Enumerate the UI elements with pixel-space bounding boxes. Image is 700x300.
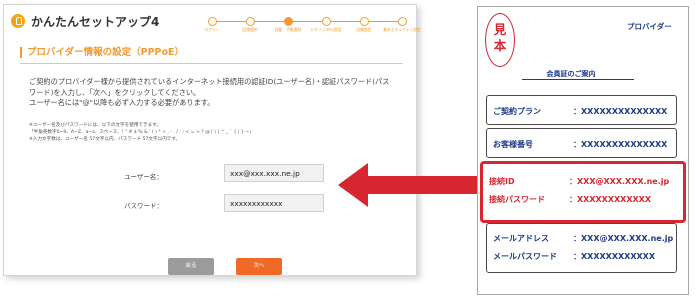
instruction-line: ワード)を入力し、「次へ」をクリックしてください。 [29,87,201,97]
card-title: 会員証のご案内 [546,70,596,78]
note-line: ※ユーザー名及びパスワードには、以下の文字を使用できます。 [29,123,161,128]
mail-box: メールアドレス ：XXX@XXX.XXX.ne.jp メールパスワード ：XXXXX… [486,223,677,273]
connect-pw-row: 接続パスワード ：XXXXXXXXXXXX [489,194,651,205]
section-title: プロバイダー情報の設定（PPPoE） [20,47,184,58]
plan-box: ご契約プラン ：XXXXXXXXXXXXXX [486,95,677,125]
character-notes: ※ユーザー名及びパスワードには、以下の文字を使用できます。 「半角英数字0~9、… [29,122,399,143]
bulb-logo-icon [11,14,25,28]
mail-label: メールアドレス [493,234,549,243]
connect-id-label: 接続ID [489,177,515,186]
step-security: 基本セキュリティ設定 [382,17,422,33]
mail-pw-row: メールパスワード ：XXXXXXXXXXXX [493,251,655,262]
instructions: ご契約のプロバイダー様から提供されているインターネット接続用の認証ID(ユーザー… [29,77,409,109]
section-divider [20,63,403,64]
step-login: ログイン [192,17,232,33]
connect-id-row: 接続ID ：XXX@XXX.XXX.ne.jp [489,176,669,187]
mail-pw-value: ：XXXXXXXXXXXX [573,252,656,261]
username-field[interactable]: xxx@xxx.xxx.ne.jp [224,164,324,182]
provider-name: プロバイダー [627,22,672,31]
connect-pw-label: 接続パスワード [489,195,545,204]
connect-pw-value: ：XXXXXXXXXXXX [569,195,652,204]
instruction-line: ユーザー名には"@"以降も必ず入力する必要があります。 [29,98,215,107]
app-title: かんたんセットアップ4 [31,15,160,29]
connect-id-value: ：XXX@XXX.XXX.ne.jp [569,177,670,186]
customer-box: お客様番号 ：XXXXXXXXXXXXXX [486,128,677,158]
plan-value: ：XXXXXXXXXXXXXX [573,107,668,116]
card-title-underline [522,79,634,80]
note-line: ※入力文字数は、ユーザー名 57文字以内、パスワード 57文字以内です。 [29,137,181,142]
step-login-ppv: ログイン/PPV設定 [306,17,346,33]
step-line-setting: 回線設定 [344,17,384,33]
step-auto-manual: 自動・手動選択 [268,17,308,33]
password-label: パスワード： [124,202,163,210]
arrow-left-icon [338,163,478,207]
note-line: 「半角英数字0~9、A~Z、a~z、スペース、! " # $ % & ' ( )… [29,130,254,135]
membership-card: 見本 プロバイダー 会員証のご案内 ご契約プラン ：XXXXXXXXXXXXXX … [477,6,689,295]
setup-wizard-window: かんたんセットアップ4 ログイン 回線選択 自動・手動選択 ログイン/PPV設定… [3,4,421,276]
customer-label: お客様番号 [493,140,533,149]
mail-row: メールアドレス ：XXX@XXX.XXX.ne.jp [493,233,673,244]
connection-info-highlight: 接続ID ：XXX@XXX.XXX.ne.jp 接続パスワード ：XXXXXXXXX… [480,161,686,223]
next-button[interactable]: 次へ [236,258,282,275]
step-progress: ログイン 回線選択 自動・手動選択 ログイン/PPV設定 回線設定 基本セキュリ… [204,17,421,37]
back-button[interactable]: 戻る [168,258,214,275]
username-label: ユーザー名： [124,173,163,181]
password-field[interactable]: xxxxxxxxxxxx [224,194,324,212]
customer-row: お客様番号 ：XXXXXXXXXXXXXX [493,139,667,150]
mail-pw-label: メールパスワード [493,252,557,261]
plan-label: ご契約プラン [493,107,541,116]
mail-value: ：XXX@XXX.XXX.ne.jp [573,234,674,243]
sample-stamp: 見本 [485,13,515,67]
instruction-line: ご契約のプロバイダー様から提供されているインターネット接続用の認証ID(ユーザー… [29,77,390,86]
customer-value: ：XXXXXXXXXXXXXX [573,140,668,149]
plan-row: ご契約プラン ：XXXXXXXXXXXXXX [493,106,667,117]
step-line-select: 回線選択 [230,17,270,33]
